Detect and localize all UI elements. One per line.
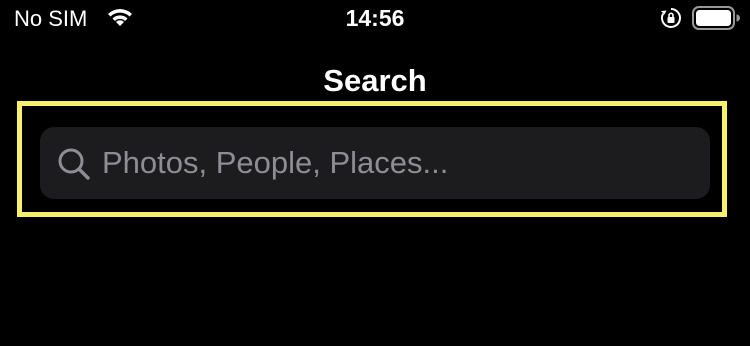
search-placeholder: Photos, People, Places... [102, 145, 449, 180]
page-title: Search [323, 63, 427, 98]
clock-time: 14:56 [345, 5, 405, 31]
battery-icon [692, 6, 740, 30]
search-icon [56, 146, 92, 182]
orientation-lock-icon [660, 7, 682, 29]
search-input[interactable]: Photos, People, Places... [40, 127, 710, 199]
status-bar: No SIM 14:56 [0, 0, 750, 40]
photos-search-screen: No SIM 14:56 Search Photos, People, Plac… [0, 0, 750, 346]
